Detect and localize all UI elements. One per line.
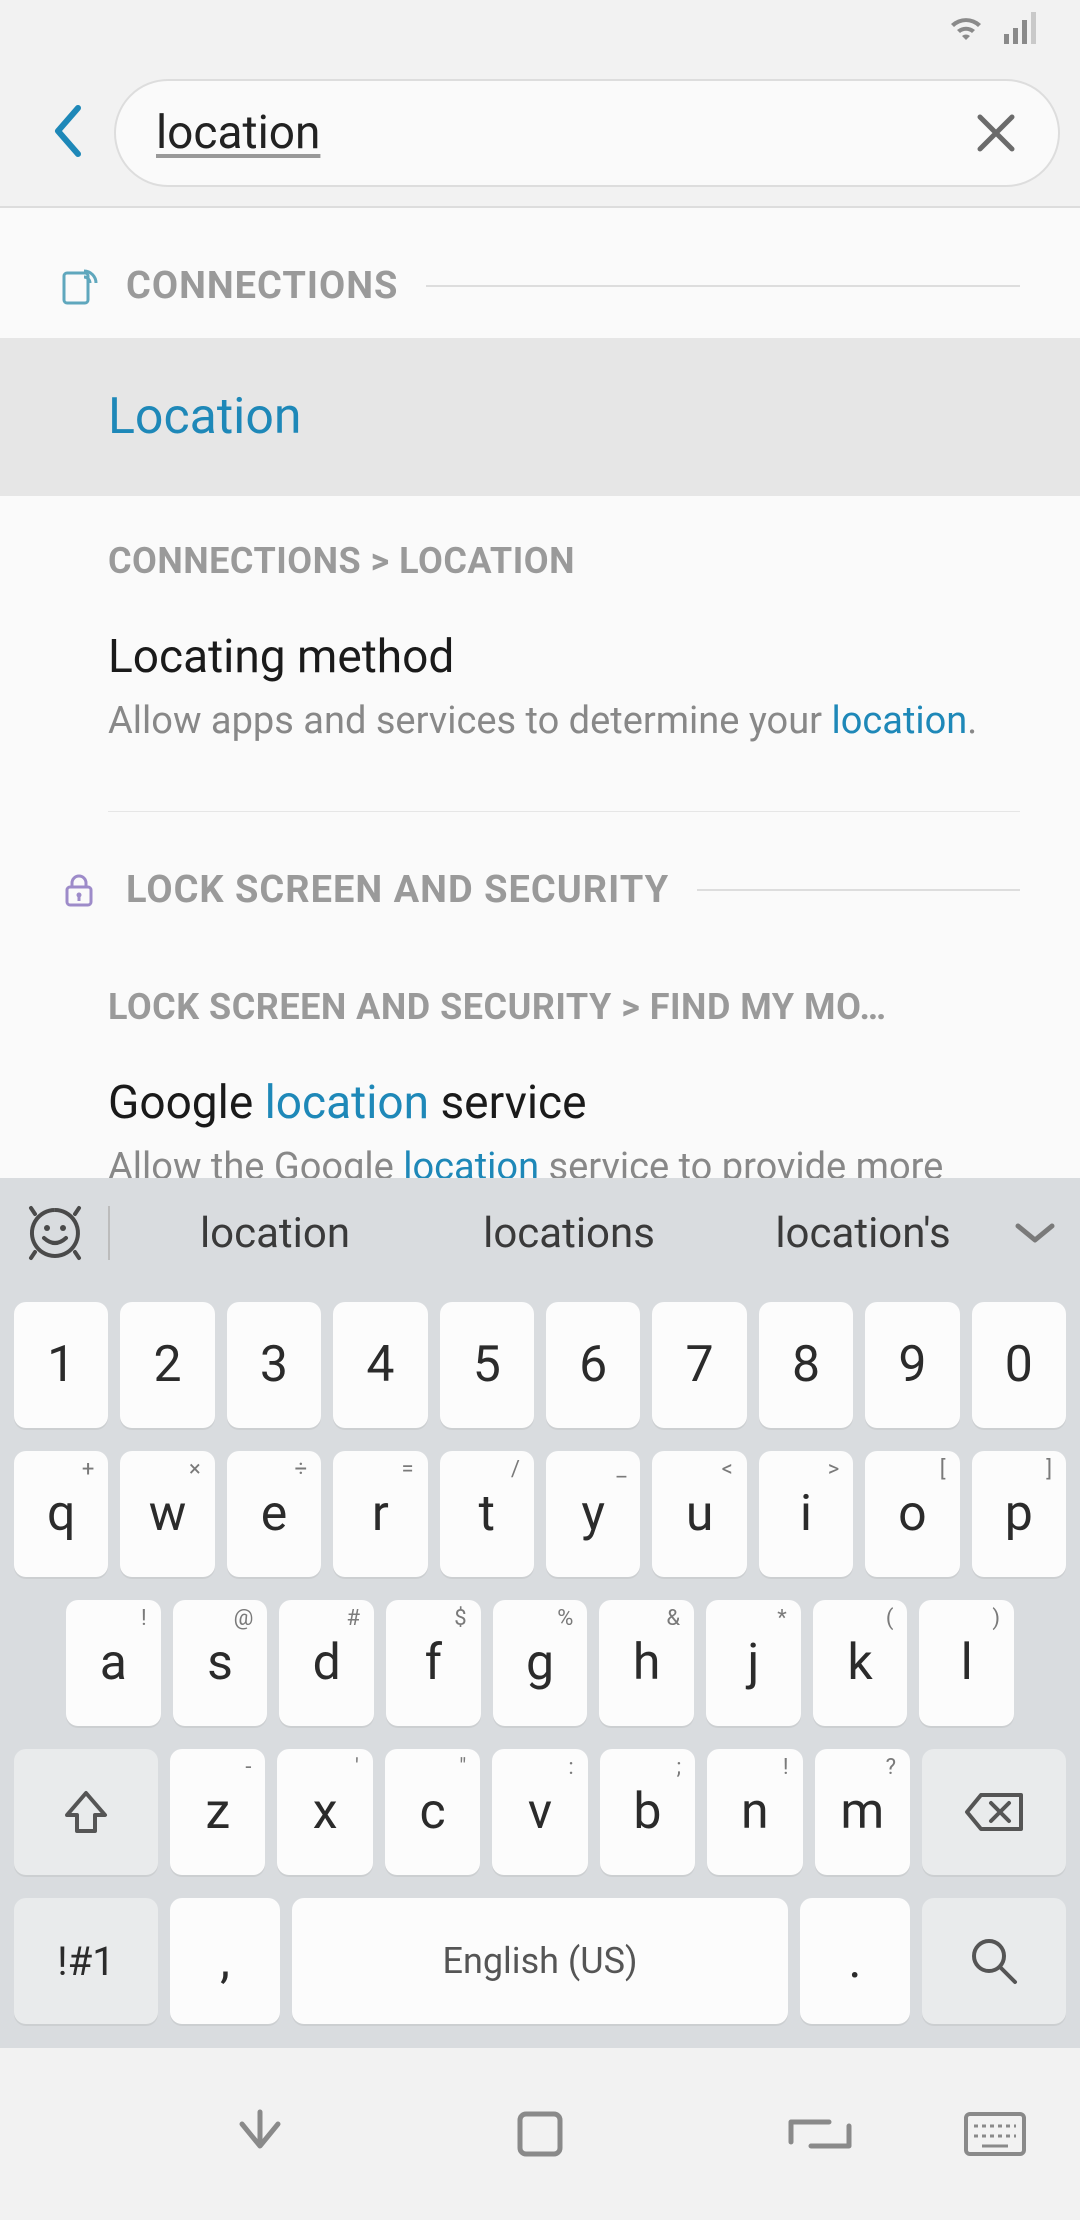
category-header: CONNECTIONS [0,208,1080,338]
key-b[interactable]: b; [600,1749,695,1875]
nav-keyboard-icon[interactable] [960,2099,1030,2169]
search-results: CONNECTIONS Location CONNECTIONS > LOCATIO… [0,208,1080,1178]
result-description: Allow the Google location service to pro… [108,1142,1020,1178]
key-d[interactable]: d# [279,1600,374,1726]
category-title: LOCK SCREEN AND SECURITY [126,868,669,912]
key-v[interactable]: v: [492,1749,587,1875]
key-r[interactable]: r= [333,1451,427,1577]
suggestion-bar: location locations location's [0,1178,1080,1288]
key-p[interactable]: p] [972,1451,1066,1577]
key-y[interactable]: y_ [546,1451,640,1577]
key-3[interactable]: 3 [227,1302,321,1428]
key-a[interactable]: a! [66,1600,161,1726]
key-o[interactable]: o[ [865,1451,959,1577]
category-header: LOCK SCREEN AND SECURITY [0,812,1080,942]
key-z[interactable]: z- [170,1749,265,1875]
nav-home-icon[interactable] [505,2099,575,2169]
signal-icon [1004,12,1040,48]
result-description: Allow apps and services to determine you… [108,696,1020,747]
result-item[interactable]: CONNECTIONS > LOCATION Locating method All… [0,496,1080,791]
search-input[interactable] [156,106,954,160]
key-w[interactable]: w× [120,1451,214,1577]
key-n[interactable]: n! [707,1749,802,1875]
clear-icon[interactable] [974,111,1018,155]
divider [426,285,1020,287]
key-f[interactable]: f$ [386,1600,481,1726]
key-e[interactable]: e÷ [227,1451,321,1577]
connections-icon [60,267,98,305]
key-i[interactable]: i> [759,1451,853,1577]
expand-suggestions-icon[interactable] [1010,1220,1060,1246]
breadcrumb: CONNECTIONS > LOCATION [108,540,1020,582]
result-item-highlight[interactable]: Location [0,338,1080,496]
key-x[interactable]: x' [277,1749,372,1875]
nav-bar [0,2048,1080,2220]
key-search[interactable] [922,1898,1066,2024]
result-title: Location [108,388,1020,446]
key-k[interactable]: k( [813,1600,908,1726]
divider [697,889,1020,891]
key-2[interactable]: 2 [120,1302,214,1428]
key-9[interactable]: 9 [865,1302,959,1428]
key-s[interactable]: s@ [173,1600,268,1726]
category-title: CONNECTIONS [126,264,398,308]
back-icon[interactable] [50,104,84,162]
key-4[interactable]: 4 [333,1302,427,1428]
keyboard: location locations location's 1234567890… [0,1178,1080,2048]
suggestion-1[interactable]: location [128,1209,422,1258]
key-7[interactable]: 7 [652,1302,746,1428]
key-q[interactable]: q+ [14,1451,108,1577]
key-g[interactable]: g% [493,1600,588,1726]
suggestion-3[interactable]: location's [716,1209,1010,1258]
key-8[interactable]: 8 [759,1302,853,1428]
key-c[interactable]: c" [385,1749,480,1875]
key-shift[interactable] [14,1749,158,1875]
key-comma[interactable]: , [170,1898,280,2024]
key-symbols[interactable]: !#1 [14,1898,158,2024]
key-h[interactable]: h& [599,1600,694,1726]
key-6[interactable]: 6 [546,1302,640,1428]
emoji-toggle-icon[interactable] [20,1204,90,1262]
key-0[interactable]: 0 [972,1302,1066,1428]
suggestion-2[interactable]: locations [422,1209,716,1258]
key-u[interactable]: u< [652,1451,746,1577]
key-period[interactable]: . [800,1898,910,2024]
key-backspace[interactable] [922,1749,1066,1875]
key-space[interactable]: English (US) [292,1898,788,2024]
result-title: Locating method [108,630,1020,684]
key-t[interactable]: t/ [440,1451,534,1577]
key-5[interactable]: 5 [440,1302,534,1428]
key-1[interactable]: 1 [14,1302,108,1428]
breadcrumb: LOCK SCREEN AND SECURITY > FIND MY MO… [108,986,1020,1028]
nav-hide-keyboard-icon[interactable] [225,2099,295,2169]
status-bar [0,0,1080,60]
search-header [0,60,1080,208]
key-j[interactable]: j* [706,1600,801,1726]
key-m[interactable]: m? [815,1749,910,1875]
result-item[interactable]: LOCK SCREEN AND SECURITY > FIND MY MO… Go… [0,942,1080,1178]
key-l[interactable]: l) [919,1600,1014,1726]
search-pill [114,79,1060,187]
separator [108,1206,110,1260]
result-title: Google location service [108,1076,1020,1130]
wifi-icon [946,12,986,48]
lock-icon [60,871,98,909]
nav-recents-icon[interactable] [785,2099,855,2169]
